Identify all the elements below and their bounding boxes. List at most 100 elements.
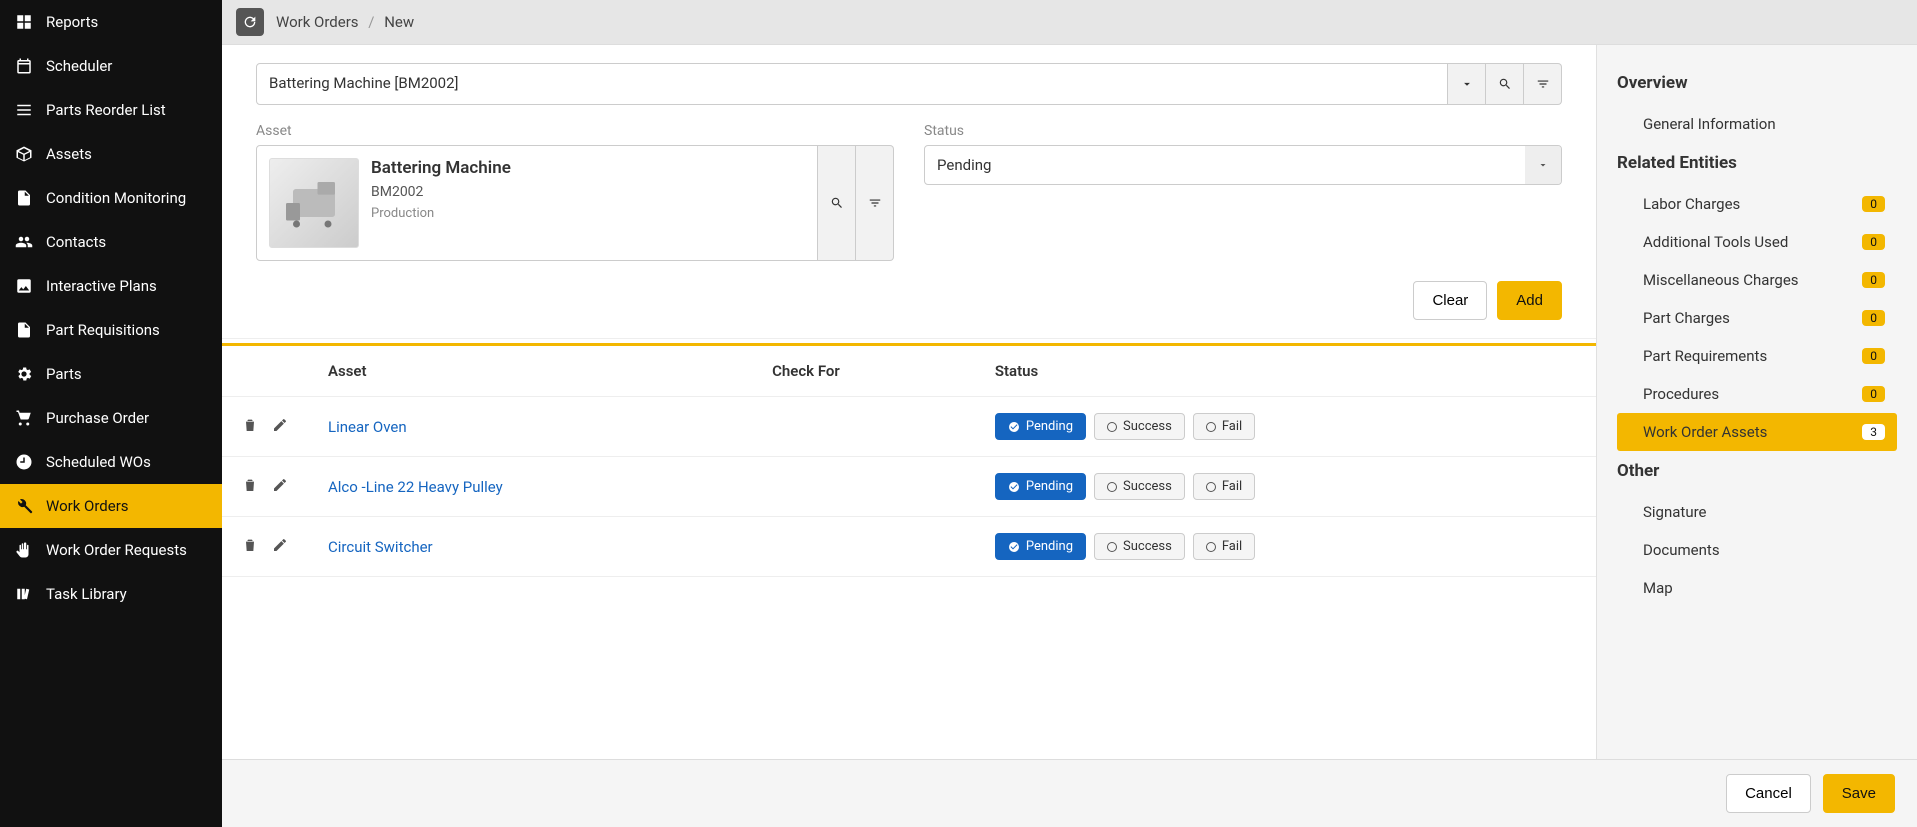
- status-fail-chip[interactable]: Fail: [1193, 533, 1255, 560]
- rp-item-procedures[interactable]: Procedures0: [1617, 375, 1897, 413]
- asset-field-label: Asset: [256, 123, 894, 139]
- rp-item-additional-tools-used[interactable]: Additional Tools Used0: [1617, 223, 1897, 261]
- sidebar-item-label: Scheduler: [46, 57, 112, 75]
- sidebar-item-label: Condition Monitoring: [46, 189, 186, 207]
- status-success-chip[interactable]: Success: [1094, 413, 1185, 440]
- table-row: Alco -Line 22 Heavy Pulley Pending Success…: [222, 457, 1596, 517]
- gear-icon: [14, 364, 34, 384]
- asset-card-filter[interactable]: [856, 145, 894, 261]
- delete-icon[interactable]: [242, 537, 258, 557]
- asset-code: BM2002: [371, 184, 511, 200]
- asset-card-search[interactable]: [818, 145, 856, 261]
- users-icon: [14, 232, 34, 252]
- asset-picker-filter[interactable]: [1524, 63, 1562, 105]
- asset-link[interactable]: Alco -Line 22 Heavy Pulley: [328, 478, 503, 496]
- sidebar-item-parts-reorder-list[interactable]: Parts Reorder List: [0, 88, 222, 132]
- asset-category: Production: [371, 206, 511, 221]
- calendar-icon: [14, 56, 34, 76]
- col-check: Check For: [752, 346, 975, 397]
- asset-card: Battering Machine BM2002 Production: [256, 145, 818, 261]
- delete-icon[interactable]: [242, 417, 258, 437]
- rp-item-count: 0: [1862, 196, 1885, 212]
- asset-link[interactable]: Circuit Switcher: [328, 538, 433, 556]
- rp-item-labor-charges[interactable]: Labor Charges 0: [1617, 185, 1897, 223]
- status-success-chip[interactable]: Success: [1094, 533, 1185, 560]
- sidebar-item-parts[interactable]: Parts: [0, 352, 222, 396]
- status-pending-chip[interactable]: Pending: [995, 473, 1086, 500]
- rp-item-work-order-assets[interactable]: Work Order Assets3: [1617, 413, 1897, 451]
- sidebar-item-contacts[interactable]: Contacts: [0, 220, 222, 264]
- edit-icon[interactable]: [272, 417, 288, 437]
- rp-item-documents[interactable]: Documents: [1617, 531, 1897, 569]
- rp-item-label: Part Charges: [1629, 309, 1730, 327]
- rp-item-label: General Information: [1629, 115, 1776, 133]
- sidebar-item-label: Reports: [46, 13, 98, 31]
- edit-icon[interactable]: [272, 477, 288, 497]
- sidebar-item-scheduled-wos[interactable]: Scheduled WOs: [0, 440, 222, 484]
- asset-picker-input[interactable]: Battering Machine [BM2002]: [256, 63, 1448, 105]
- asset-name: Battering Machine: [371, 158, 511, 178]
- breadcrumb-leaf: New: [384, 13, 414, 31]
- rp-item-count: 0: [1862, 310, 1885, 326]
- rp-item-label: Part Requirements: [1629, 347, 1767, 365]
- topbar: Work Orders / New: [222, 0, 1917, 45]
- save-button[interactable]: Save: [1823, 774, 1895, 813]
- sidebar-item-part-requisitions[interactable]: Part Requisitions: [0, 308, 222, 352]
- refresh-button[interactable]: [236, 8, 264, 36]
- sidebar-item-label: Purchase Order: [46, 409, 149, 427]
- rp-general-info[interactable]: General Information: [1617, 105, 1897, 143]
- clock-icon: [14, 452, 34, 472]
- status-pending-chip[interactable]: Pending: [995, 533, 1086, 560]
- status-value: Pending: [925, 146, 1525, 184]
- sidebar: Reports Scheduler Parts Reorder ListAssets…: [0, 0, 222, 827]
- col-asset: Asset: [308, 346, 752, 397]
- asset-link[interactable]: Linear Oven: [328, 418, 407, 436]
- grid-icon: [14, 12, 34, 32]
- breadcrumb-root[interactable]: Work Orders: [276, 13, 359, 31]
- breadcrumb-separator: /: [368, 13, 374, 31]
- rp-item-part-requirements[interactable]: Part Requirements 0: [1617, 337, 1897, 375]
- rp-item-label: Documents: [1629, 541, 1720, 559]
- clear-button[interactable]: Clear: [1413, 281, 1487, 320]
- rp-item-count: 0: [1862, 386, 1885, 402]
- rp-item-signature[interactable]: Signature: [1617, 493, 1897, 531]
- delete-icon[interactable]: [242, 477, 258, 497]
- sidebar-item-task-library[interactable]: Task Library: [0, 572, 222, 616]
- rp-item-part-charges[interactable]: Part Charges 0: [1617, 299, 1897, 337]
- table-row: Circuit Switcher Pending Success Fail: [222, 517, 1596, 577]
- sidebar-item-label: Parts: [46, 365, 82, 383]
- sidebar-item-reports[interactable]: Reports: [0, 0, 222, 44]
- rp-item-label: Miscellaneous Charges: [1629, 271, 1799, 289]
- asset-picker-search[interactable]: [1486, 63, 1524, 105]
- status-success-chip[interactable]: Success: [1094, 473, 1185, 500]
- chevron-down-icon: [1525, 146, 1561, 184]
- status-field-label: Status: [924, 123, 1562, 139]
- rp-item-count: 0: [1862, 348, 1885, 364]
- overview-heading: Overview: [1617, 73, 1897, 93]
- rp-item-map[interactable]: Map: [1617, 569, 1897, 607]
- rp-item-label: Labor Charges: [1629, 195, 1740, 213]
- rp-item-miscellaneous-charges[interactable]: Miscellaneous Charges 0: [1617, 261, 1897, 299]
- status-fail-chip[interactable]: Fail: [1193, 413, 1255, 440]
- document-icon: [14, 188, 34, 208]
- edit-icon[interactable]: [272, 537, 288, 557]
- sidebar-item-work-orders[interactable]: Work Orders: [0, 484, 222, 528]
- sidebar-item-work-order-requests[interactable]: Work Order Requests: [0, 528, 222, 572]
- sidebar-item-scheduler[interactable]: Scheduler: [0, 44, 222, 88]
- asset-picker-dropdown[interactable]: [1448, 63, 1486, 105]
- sidebar-item-purchase-order[interactable]: Purchase Order: [0, 396, 222, 440]
- sidebar-item-assets[interactable]: Assets: [0, 132, 222, 176]
- add-button[interactable]: Add: [1497, 281, 1562, 320]
- sidebar-item-label: Interactive Plans: [46, 277, 157, 295]
- col-status: Status: [975, 346, 1596, 397]
- status-select[interactable]: Pending: [924, 145, 1562, 185]
- rp-item-label: Map: [1629, 579, 1673, 597]
- status-pending-chip[interactable]: Pending: [995, 413, 1086, 440]
- breadcrumb: Work Orders / New: [276, 13, 414, 31]
- sidebar-item-condition-monitoring[interactable]: Condition Monitoring: [0, 176, 222, 220]
- rp-item-count: 0: [1862, 272, 1885, 288]
- sidebar-item-interactive-plans[interactable]: Interactive Plans: [0, 264, 222, 308]
- status-fail-chip[interactable]: Fail: [1193, 473, 1255, 500]
- cancel-button[interactable]: Cancel: [1726, 774, 1811, 813]
- sidebar-item-label: Work Order Requests: [46, 541, 187, 559]
